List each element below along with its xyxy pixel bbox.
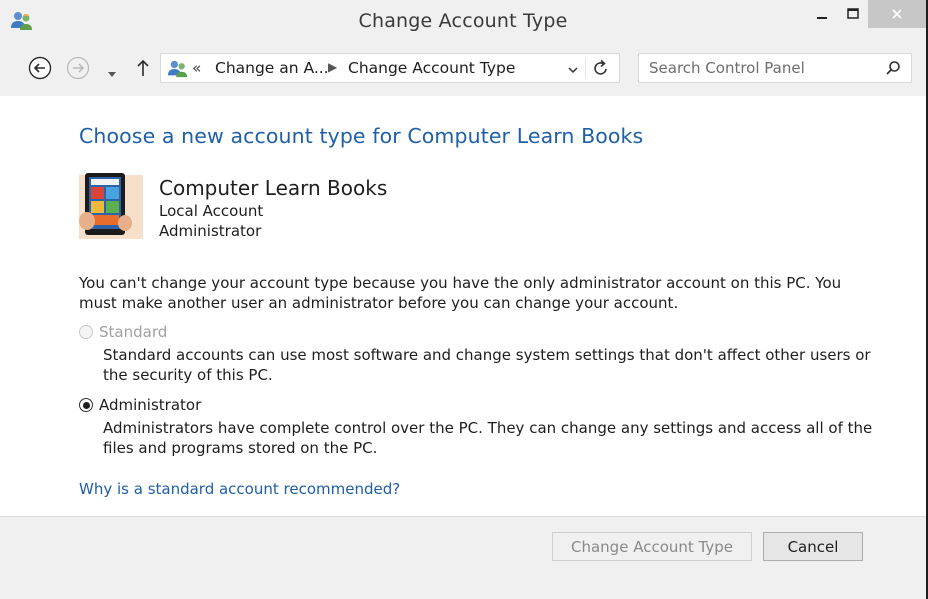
window-title: Change Account Type [358,10,568,32]
back-arrow-icon[interactable] [28,56,52,84]
forward-arrow-icon[interactable] [66,56,90,84]
change-account-type-button[interactable]: Change Account Type [552,532,752,561]
address-divider [585,58,586,78]
administrator-description: Administrators have complete control ove… [103,419,873,457]
minimize-button[interactable] [806,0,838,28]
search-input[interactable] [649,58,869,78]
breadcrumb-change-an-account[interactable]: Change an A... [215,59,329,77]
navigation-bar: « Change an A... ▶ Change Account Type [0,50,926,88]
close-button[interactable] [868,0,926,28]
title-bar[interactable]: Change Account Type [0,0,926,44]
account-name: Computer Learn Books [159,176,388,200]
chevron-down-icon[interactable] [107,64,117,83]
address-bar[interactable]: « Change an A... ▶ Change Account Type [160,53,620,83]
administrator-option[interactable]: Administrator [79,396,201,414]
minimize-icon [816,5,828,24]
cannot-change-notice: You can't change your account type becau… [79,274,842,312]
breadcrumb-separator-icon[interactable]: ▶ [328,60,337,74]
main-content: Choose a new account type for Computer L… [0,96,926,516]
standard-option: Standard [79,323,167,341]
page-heading: Choose a new account type for Computer L… [79,124,644,148]
account-type-label: Local Account [159,202,264,220]
search-icon[interactable] [885,60,901,80]
breadcrumb-overflow[interactable]: « [192,59,201,77]
users-icon [167,59,189,83]
radio-selected-dot [82,401,90,409]
standard-radio [79,325,93,339]
cancel-button[interactable]: Cancel [763,532,863,561]
change-account-type-window: Change Account Type « Change an A... ▶ C… [0,0,928,599]
dialog-footer: Change Account Type Cancel [0,516,926,599]
up-arrow-icon[interactable] [136,59,150,81]
account-avatar [79,171,143,239]
standard-label: Standard [99,323,168,341]
maximize-button[interactable] [838,0,868,28]
maximize-icon [847,5,859,24]
administrator-label[interactable]: Administrator [99,396,201,414]
address-dropdown-icon[interactable] [567,61,579,79]
refresh-icon[interactable] [593,59,609,81]
account-role-label: Administrator [159,222,262,240]
search-box[interactable] [638,53,912,83]
administrator-radio[interactable] [79,398,93,412]
standard-account-help-link[interactable]: Why is a standard account recommended? [79,480,400,498]
close-icon [891,5,903,24]
standard-description: Standard accounts can use most software … [103,346,871,384]
breadcrumb-change-account-type[interactable]: Change Account Type [348,59,515,77]
